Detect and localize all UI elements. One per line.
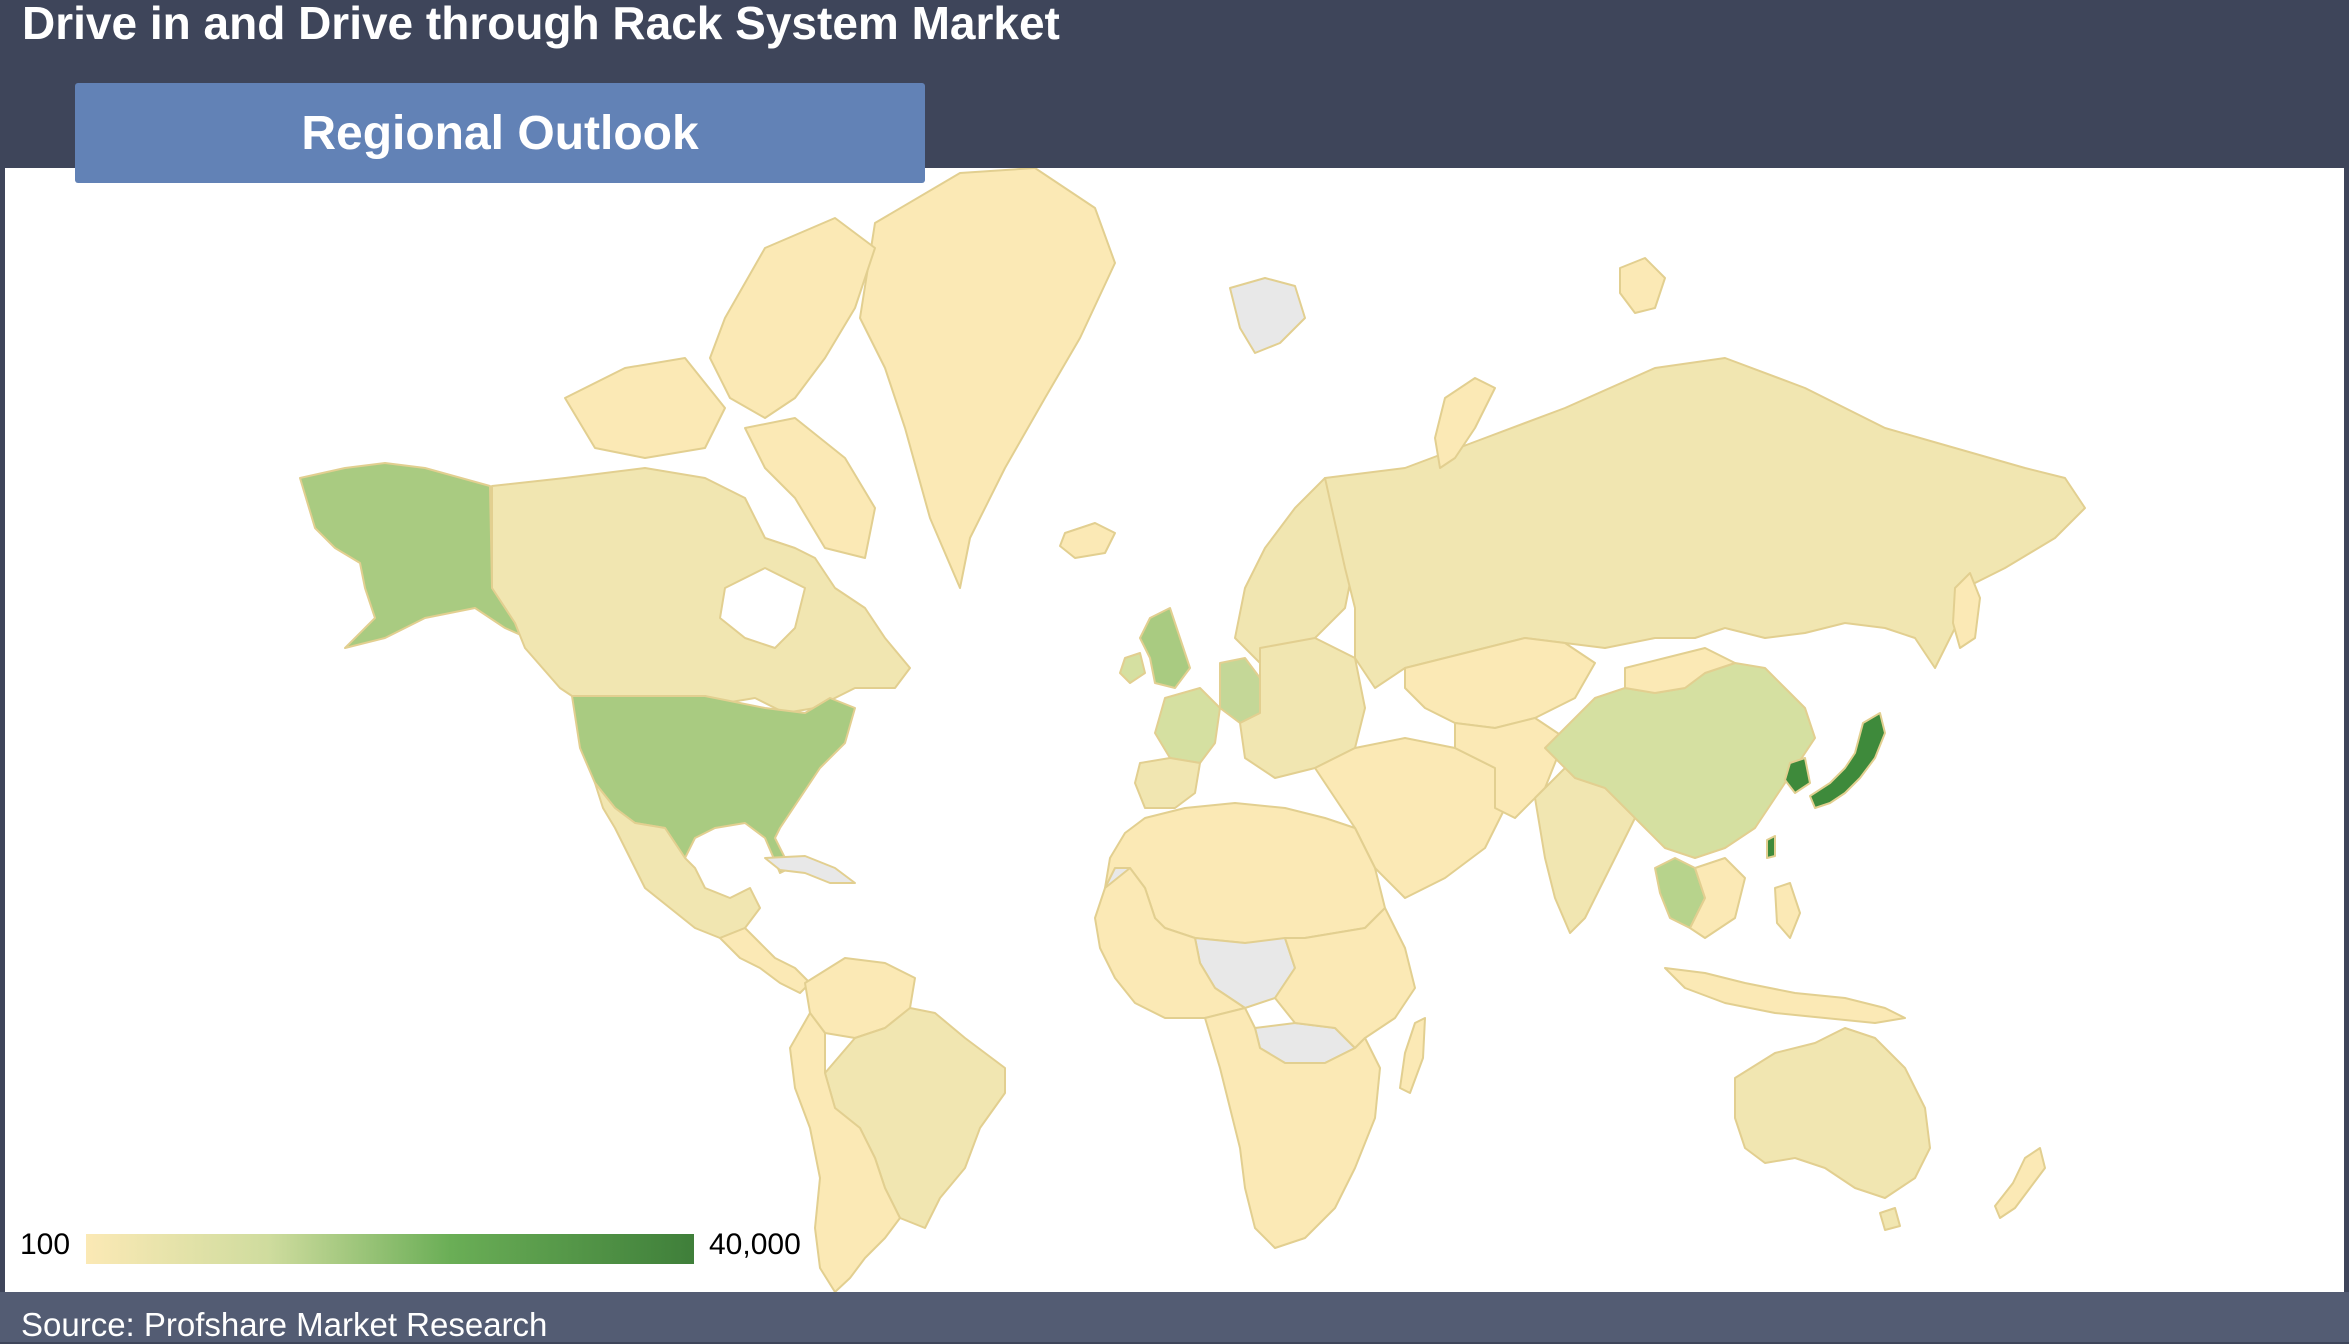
region-philippines[interactable] bbox=[1774, 882, 1801, 939]
region-ireland[interactable] bbox=[1119, 652, 1146, 684]
world-map bbox=[299, 168, 2086, 1292]
region-iceland[interactable] bbox=[1059, 522, 1116, 559]
page-title: Drive in and Drive through Rack System M… bbox=[22, 0, 1060, 49]
region-germany[interactable] bbox=[1219, 657, 1261, 724]
region-australia[interactable] bbox=[1734, 1027, 1931, 1199]
region-siberian-islands[interactable] bbox=[1619, 257, 1666, 314]
tab-label: Regional Outlook bbox=[301, 106, 699, 160]
map-panel bbox=[5, 168, 2344, 1292]
region-tasmania[interactable] bbox=[1879, 1207, 1901, 1231]
region-taiwan[interactable] bbox=[1766, 835, 1776, 859]
region-united-kingdom[interactable] bbox=[1139, 607, 1191, 689]
region-japan[interactable] bbox=[1809, 712, 1886, 809]
legend-color-scale bbox=[86, 1234, 694, 1264]
legend-max-label: 40,000 bbox=[709, 1228, 801, 1261]
region-caribbean[interactable] bbox=[764, 855, 856, 884]
legend-min-label: 100 bbox=[20, 1228, 71, 1261]
region-indonesia[interactable] bbox=[1664, 967, 1906, 1024]
region-madagascar[interactable] bbox=[1399, 1017, 1426, 1094]
region-united-states[interactable] bbox=[571, 695, 856, 874]
region-greenland[interactable] bbox=[859, 168, 1116, 589]
region-arctic-islands[interactable] bbox=[709, 217, 876, 419]
source-text: Source: Profshare Market Research bbox=[21, 1306, 548, 1343]
region-arctic-islands-2[interactable] bbox=[564, 357, 726, 459]
region-central-america[interactable] bbox=[719, 927, 811, 994]
region-france[interactable] bbox=[1154, 687, 1221, 764]
region-svalbard[interactable] bbox=[1229, 277, 1306, 354]
region-new-zealand[interactable] bbox=[1994, 1147, 2046, 1219]
regional-outlook-tab[interactable]: Regional Outlook bbox=[75, 83, 925, 183]
region-iberia[interactable] bbox=[1134, 757, 1201, 809]
